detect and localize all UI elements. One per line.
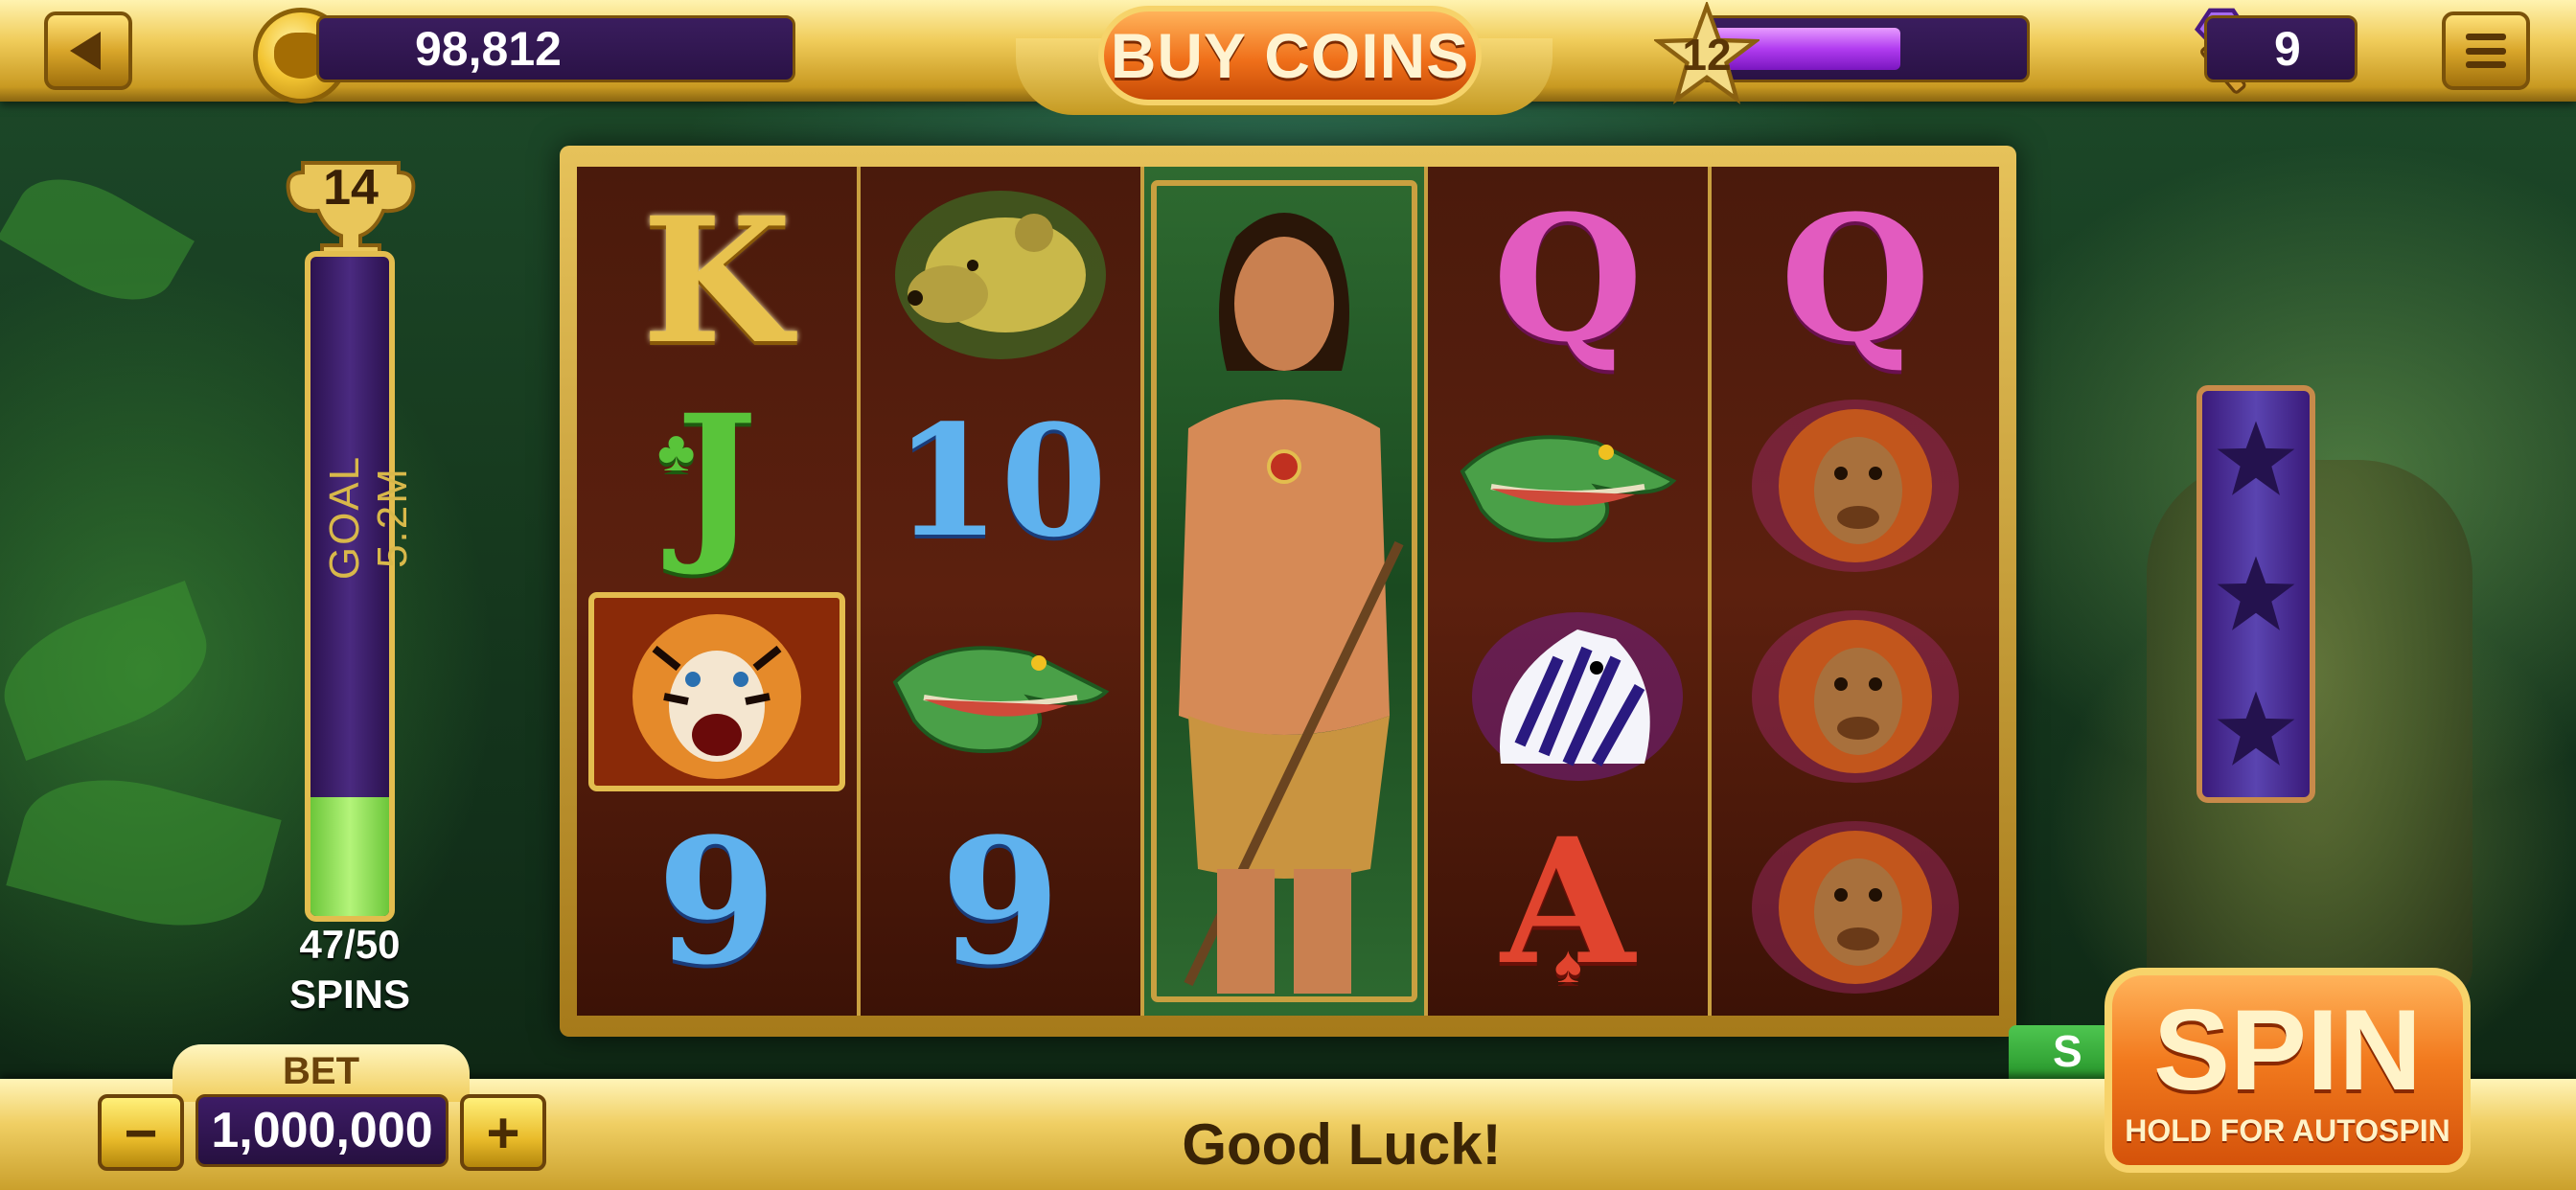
trophy-count: 14 (323, 160, 379, 216)
spin-button[interactable]: SPIN HOLD FOR AUTOSPIN (2104, 968, 2471, 1173)
symbol-hyena (861, 167, 1140, 373)
star-collector-meter (2196, 385, 2315, 803)
reel-4: Q ♠ A (1428, 167, 1712, 1016)
reel-2: 10 9 (861, 167, 1144, 1016)
symbol-orangutan (1712, 378, 1999, 584)
bet-amount-value: 1,000,000 (211, 1103, 433, 1158)
autospin-hint: HOLD FOR AUTOSPIN (2125, 1112, 2450, 1148)
minus-icon: − (124, 1100, 158, 1165)
reel-1: K ♣ J 9 (577, 167, 861, 1016)
reel-5: Q (1712, 167, 1999, 1016)
gem-balance-value: 9 (2274, 22, 2301, 76)
bet-label: BET (283, 1050, 359, 1092)
star-icon (2217, 691, 2295, 767)
coin-balance: 98,812 (316, 15, 795, 82)
buy-coins-button[interactable]: BUY COINS (1098, 6, 1482, 105)
tiger-icon (588, 591, 845, 791)
star-icon (2217, 556, 2295, 630)
back-button[interactable] (44, 11, 132, 90)
side-feature-tab-label: S (2053, 1026, 2082, 1076)
reel-3 (1144, 167, 1428, 1016)
spin-label: SPIN (2152, 985, 2423, 1114)
star-icon (2217, 421, 2295, 495)
orangutan-icon (1752, 609, 1959, 783)
symbol-9: 9 (940, 800, 1061, 1003)
symbol-9: 9 (656, 800, 777, 1003)
decrease-bet-button[interactable]: − (98, 1094, 184, 1171)
spins-progress: 47/50 (299, 922, 401, 967)
hamburger-menu-icon (2466, 34, 2506, 68)
hyena-icon (895, 190, 1106, 359)
symbol-q: Q (1492, 177, 1644, 380)
symbol-k: K (641, 179, 793, 382)
symbol-q: Q (1780, 177, 1931, 380)
symbol-crocodile (861, 588, 1140, 794)
spins-label: SPINS (288, 972, 411, 1017)
crocodile-icon (892, 645, 1110, 753)
level-number: 12 (1682, 30, 1732, 80)
symbol-tiger (577, 588, 857, 794)
menu-button[interactable] (2442, 11, 2530, 90)
increase-bet-button[interactable]: + (460, 1094, 546, 1171)
back-arrow-icon (70, 32, 101, 70)
symbol-a: ♠ A (1501, 800, 1635, 1003)
slot-reels: K ♣ J 9 10 9 Q ♠ A Q (577, 167, 1999, 1016)
symbol-tarzan-wild (1144, 167, 1424, 1016)
symbol-orangutan (1712, 799, 1999, 1005)
crocodile-icon (1460, 434, 1677, 542)
symbol-j: ♣ J (657, 377, 758, 580)
symbol-crocodile (1428, 378, 1708, 584)
gem-balance: 9 (2204, 15, 2358, 82)
goal-label: GOAL 5.2M (321, 454, 416, 581)
symbol-10: 10 (893, 390, 1108, 571)
coin-balance-value: 98,812 (415, 22, 562, 76)
plus-icon: + (486, 1100, 520, 1165)
bet-amount: 1,000,000 (196, 1094, 448, 1167)
orangutan-icon (1752, 399, 1959, 572)
orangutan-icon (1752, 820, 1959, 994)
status-message: Good Luck! (1182, 1112, 1502, 1177)
goal-progress-fill (310, 797, 389, 916)
slot-reels-frame: K ♣ J 9 10 9 Q ♠ A Q (560, 146, 2016, 1037)
tarzan-wild-icon (1151, 180, 1417, 1002)
zebra-icon (1472, 611, 1683, 781)
symbol-orangutan (1712, 588, 1999, 794)
symbol-zebra (1428, 588, 1708, 794)
buy-coins-label: BUY COINS (1110, 20, 1470, 91)
